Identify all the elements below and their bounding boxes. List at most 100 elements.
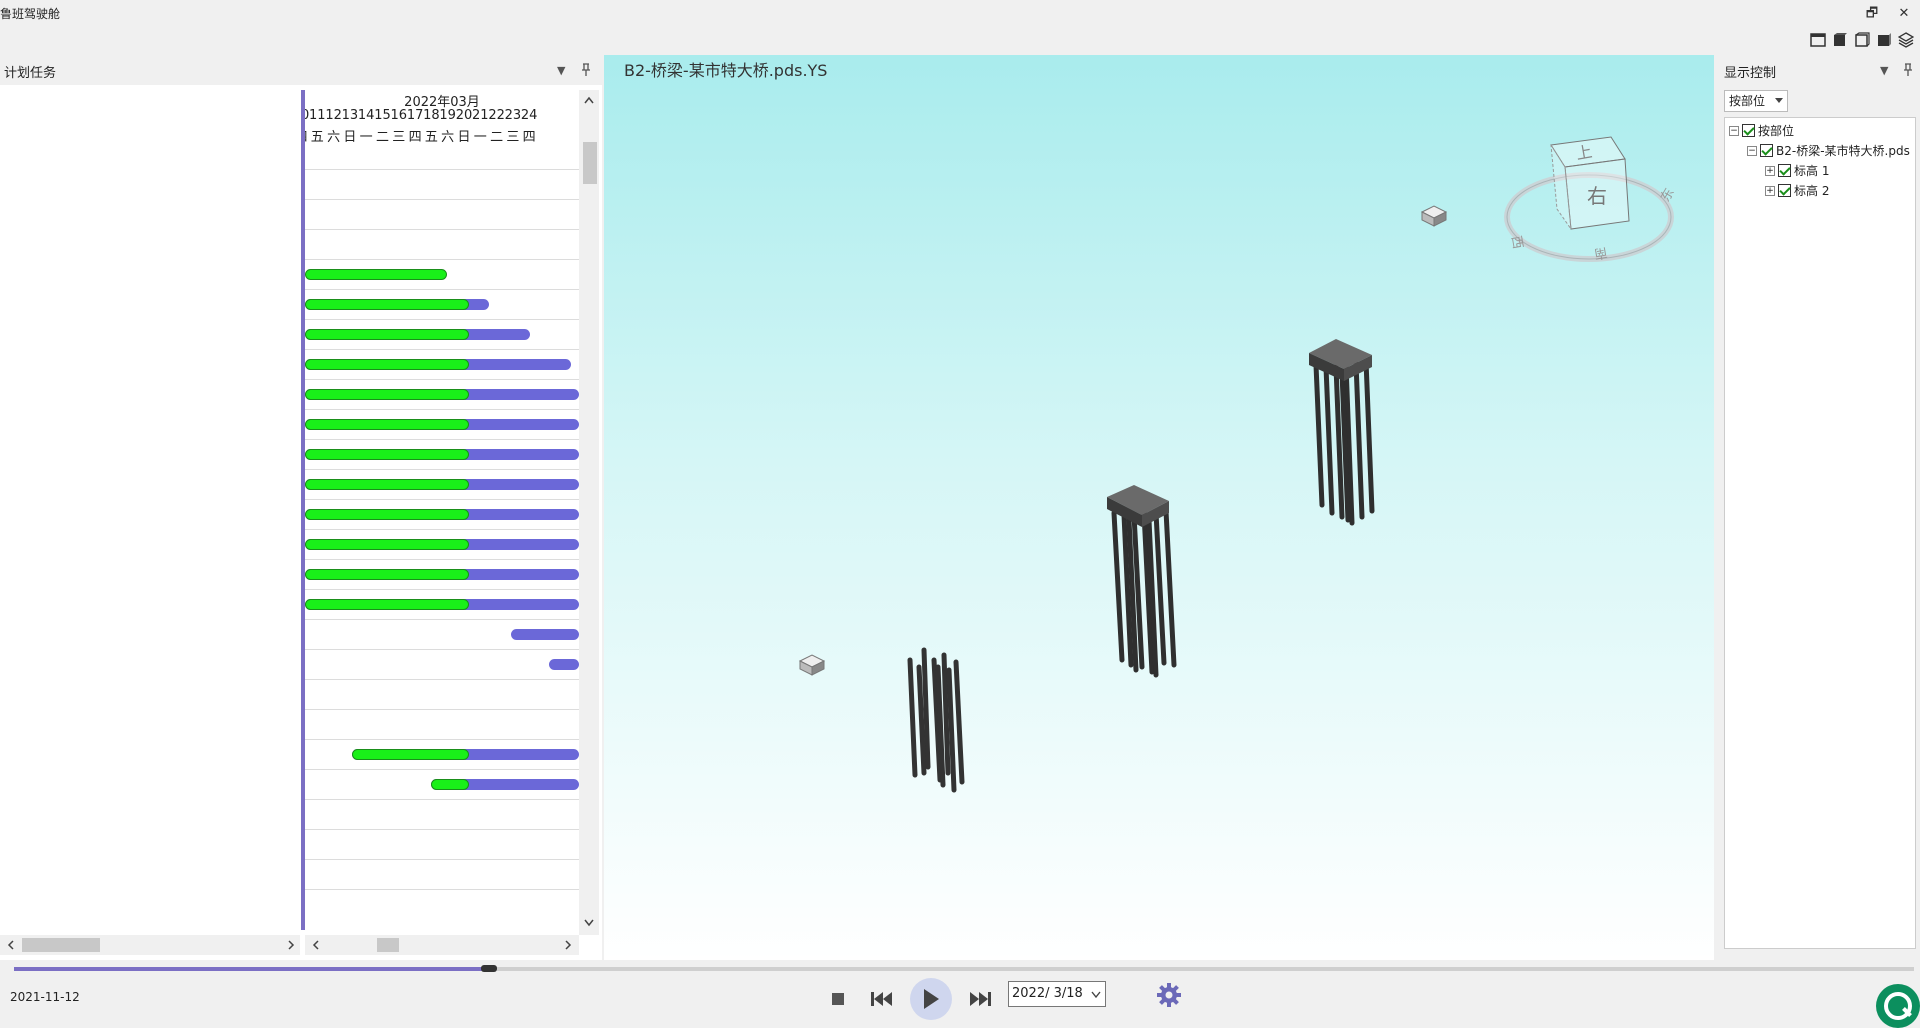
- panel-dropdown-icon[interactable]: ▼: [557, 64, 565, 77]
- visibility-checkbox[interactable]: [1778, 164, 1791, 177]
- cube-section-icon[interactable]: [1876, 32, 1892, 48]
- view-toolbar: [1810, 32, 1914, 48]
- timeline-progress-track[interactable]: [14, 965, 1914, 972]
- gantt-actual-bar[interactable]: [305, 509, 470, 520]
- timeline-progress-fill: [14, 967, 489, 971]
- stop-button[interactable]: [822, 983, 854, 1015]
- window-layout-icon[interactable]: [1810, 32, 1826, 48]
- scroll-left-icon[interactable]: [311, 940, 321, 950]
- gantt-row-line: [305, 409, 579, 410]
- gantt-row-line: [305, 559, 579, 560]
- viewcube-navigator[interactable]: 上 右 东 西 南: [1499, 125, 1679, 265]
- tree-node-label: 标高 2: [1794, 184, 1830, 198]
- close-button[interactable]: ✕: [1894, 4, 1914, 24]
- visibility-checkbox[interactable]: [1742, 124, 1755, 137]
- stop-icon: [832, 993, 844, 1005]
- pier-foundation-3[interactable]: [1309, 339, 1375, 526]
- gantt-actual-bar[interactable]: [305, 599, 470, 610]
- app-title: 鲁班驾驶舱: [0, 7, 61, 21]
- plan-task-header: ▼: [0, 55, 602, 85]
- assistant-badge-icon[interactable]: [1872, 980, 1920, 1028]
- viewcube-top-label[interactable]: 上: [1575, 142, 1594, 163]
- gantt-plan-bar[interactable]: [548, 659, 579, 670]
- gantt-row-line: [305, 289, 579, 290]
- timeline-progress-handle[interactable]: [481, 965, 497, 972]
- gantt-vertical-scrollbar[interactable]: [579, 90, 599, 935]
- layers-icon[interactable]: [1898, 32, 1914, 48]
- tree-node[interactable]: − B2-桥梁-某市特大桥.pds: [1747, 142, 1910, 159]
- model-viewport[interactable]: B2-桥梁-某市特大桥.pds.YS 上 右 东 西 南: [604, 55, 1714, 960]
- next-button[interactable]: [964, 983, 996, 1015]
- gantt-actual-bar[interactable]: [305, 389, 470, 400]
- gantt-actual-bar[interactable]: [305, 449, 470, 460]
- gantt-actual-bar[interactable]: [351, 749, 470, 760]
- timeline-start-date: 2021-11-12: [10, 990, 80, 1004]
- pin-icon[interactable]: [1902, 63, 1914, 77]
- expand-icon[interactable]: +: [1765, 185, 1775, 196]
- gantt-actual-bar[interactable]: [305, 299, 470, 310]
- gantt-actual-bar[interactable]: [305, 269, 448, 280]
- pier-foundation-2[interactable]: [1107, 485, 1177, 678]
- scroll-thumb[interactable]: [583, 142, 597, 184]
- task-list[interactable]: [0, 86, 302, 936]
- gantt-row-line: [305, 199, 579, 200]
- compass-south-label[interactable]: 南: [1593, 244, 1609, 262]
- scroll-down-icon[interactable]: [583, 918, 595, 928]
- pin-icon[interactable]: [580, 63, 592, 77]
- cube-outline-icon[interactable]: [1854, 32, 1870, 48]
- tree-node[interactable]: + 标高 1: [1765, 162, 1829, 179]
- gantt-actual-bar[interactable]: [305, 479, 470, 490]
- scroll-up-icon[interactable]: [583, 95, 595, 105]
- gantt-horizontal-scrollbar[interactable]: [305, 935, 579, 955]
- gantt-plan-bar[interactable]: [510, 629, 579, 640]
- component-tree: − 按部位 − B2-桥梁-某市特大桥.pds + 标高 1 + 标高 2: [1724, 117, 1916, 949]
- scroll-right-icon[interactable]: [286, 940, 296, 950]
- collapse-icon[interactable]: −: [1747, 145, 1757, 156]
- cube-solid-icon[interactable]: [1832, 32, 1848, 48]
- gantt-row-line: [305, 529, 579, 530]
- tree-node-label: 按部位: [1758, 124, 1795, 138]
- compass-west-label[interactable]: 西: [1508, 235, 1525, 250]
- previous-button[interactable]: [866, 983, 898, 1015]
- visibility-checkbox[interactable]: [1778, 184, 1791, 197]
- gantt-row-line: [305, 379, 579, 380]
- gantt-actual-bar[interactable]: [305, 539, 470, 550]
- settings-icon[interactable]: [1156, 982, 1182, 1008]
- chevron-down-icon: [1091, 991, 1101, 998]
- gantt-row-line: [305, 169, 579, 170]
- viewcube-right-label[interactable]: 右: [1587, 184, 1607, 208]
- playback-controls: [822, 978, 996, 1020]
- collapse-icon[interactable]: −: [1729, 125, 1739, 136]
- gantt-row-line: [305, 889, 579, 890]
- group-mode-select[interactable]: 按部位: [1724, 90, 1788, 112]
- scroll-right-icon[interactable]: [563, 940, 573, 950]
- scroll-left-icon[interactable]: [6, 940, 16, 950]
- current-date-picker[interactable]: 2022/ 3/18: [1008, 981, 1106, 1007]
- restore-button[interactable]: 🗗: [1862, 4, 1882, 24]
- pile-group-1[interactable]: [907, 647, 965, 793]
- compass-east-label[interactable]: 东: [1658, 186, 1677, 205]
- play-button[interactable]: [910, 978, 952, 1020]
- scroll-thumb[interactable]: [377, 938, 399, 952]
- play-icon: [924, 989, 939, 1009]
- gantt-actual-bar[interactable]: [305, 359, 470, 370]
- gantt-row-line: [305, 859, 579, 860]
- scroll-thumb[interactable]: [22, 938, 100, 952]
- tree-node-label: B2-桥梁-某市特大桥.pds: [1776, 144, 1910, 158]
- tree-node[interactable]: − 按部位: [1729, 122, 1794, 139]
- marker-box[interactable]: [1420, 205, 1448, 227]
- marker-box[interactable]: [798, 654, 826, 676]
- gantt-row-line: [305, 319, 579, 320]
- gantt-actual-bar[interactable]: [305, 329, 470, 340]
- expand-icon[interactable]: +: [1765, 165, 1775, 176]
- gantt-actual-bar[interactable]: [431, 779, 470, 790]
- gantt-actual-bar[interactable]: [305, 569, 470, 580]
- visibility-checkbox[interactable]: [1760, 144, 1773, 157]
- task-list-horizontal-scrollbar[interactable]: [0, 935, 300, 955]
- gantt-actual-bar[interactable]: [305, 419, 470, 430]
- gantt-row-line: [305, 769, 579, 770]
- tree-node[interactable]: + 标高 2: [1765, 182, 1829, 199]
- gantt-row-line: [305, 649, 579, 650]
- panel-dropdown-icon[interactable]: ▼: [1880, 64, 1888, 77]
- gantt-row-line: [305, 349, 579, 350]
